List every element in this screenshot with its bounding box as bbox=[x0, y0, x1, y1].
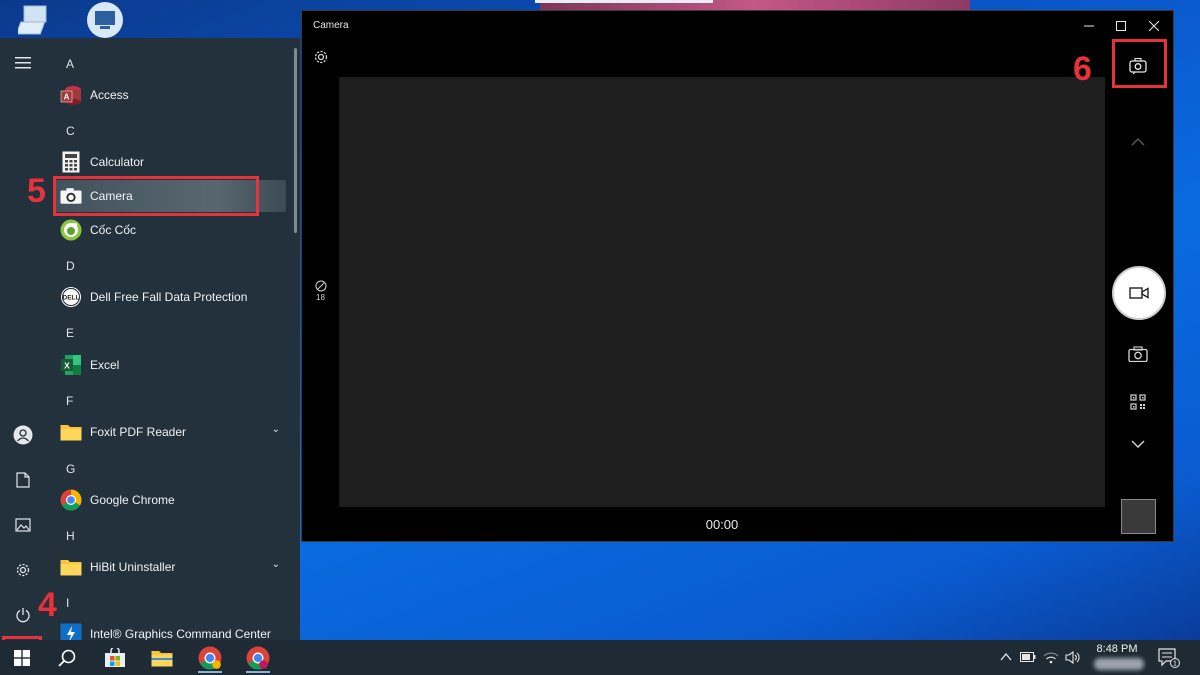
app-label: Excel bbox=[90, 358, 120, 372]
chevron-up-icon[interactable] bbox=[1127, 131, 1149, 153]
maximize-icon[interactable] bbox=[1112, 17, 1130, 35]
file-explorer-icon[interactable] bbox=[142, 642, 182, 673]
app-item-hibit-uninstaller[interactable]: HiBit Uninstaller ⌄ bbox=[54, 551, 286, 583]
app-label: Intel® Graphics Command Center bbox=[90, 627, 271, 640]
app-item-intel-graphics[interactable]: Intel® Graphics Command Center bbox=[54, 618, 286, 640]
access-icon: A bbox=[60, 84, 82, 106]
section-letter[interactable]: E bbox=[66, 326, 74, 340]
folder-icon bbox=[60, 421, 82, 443]
app-item-google-chrome[interactable]: Google Chrome bbox=[54, 484, 286, 516]
microsoft-store-icon[interactable] bbox=[95, 642, 135, 673]
pictures-icon[interactable] bbox=[8, 510, 38, 540]
search-icon[interactable] bbox=[47, 642, 87, 673]
section-letter[interactable]: I bbox=[66, 596, 69, 610]
camera-app-window: Camera 18 00:00 bbox=[301, 10, 1174, 542]
volume-icon[interactable] bbox=[1065, 650, 1081, 664]
app-label: HiBit Uninstaller bbox=[90, 560, 176, 574]
app-list-scrollbar[interactable] bbox=[294, 48, 297, 233]
folder-icon bbox=[60, 556, 82, 578]
coccoc-browser-icon[interactable] bbox=[190, 642, 230, 673]
last-capture-thumbnail[interactable] bbox=[1121, 499, 1156, 534]
camera-titlebar[interactable]: Camera bbox=[302, 11, 1173, 41]
video-record-button[interactable] bbox=[1112, 266, 1166, 320]
gear-icon[interactable] bbox=[8, 555, 38, 585]
app-label: Access bbox=[90, 88, 129, 102]
chevron-down-icon[interactable]: ⌄ bbox=[272, 424, 280, 435]
battery-icon[interactable] bbox=[1020, 650, 1036, 664]
window-title: Camera bbox=[313, 20, 349, 31]
svg-text:A: A bbox=[64, 93, 70, 102]
dell-icon: DELL bbox=[60, 286, 82, 308]
wifi-icon[interactable] bbox=[1043, 650, 1059, 664]
clock-time: 8:48 PM bbox=[1096, 643, 1138, 655]
annotation-step-5: 5 bbox=[27, 172, 46, 210]
app-item-dell-free-fall[interactable]: DELL Dell Free Fall Data Protection bbox=[54, 281, 286, 313]
section-letter[interactable]: H bbox=[66, 529, 75, 543]
user-icon[interactable] bbox=[8, 420, 38, 450]
app-label: Dell Free Fall Data Protection bbox=[90, 290, 248, 304]
section-letter[interactable]: A bbox=[66, 57, 74, 71]
recording-timer: 00:00 bbox=[705, 517, 739, 532]
svg-text:X: X bbox=[64, 361, 70, 371]
section-letter[interactable]: G bbox=[66, 462, 75, 476]
system-clock[interactable]: 8:48 PM bbox=[1090, 642, 1144, 657]
app-item-foxit-pdf-reader[interactable]: Foxit PDF Reader ⌄ bbox=[54, 416, 286, 448]
chevron-up-icon[interactable] bbox=[998, 650, 1014, 664]
chrome-icon[interactable] bbox=[238, 642, 278, 673]
notification-center-icon[interactable]: 1 bbox=[1158, 648, 1180, 668]
running-indicator bbox=[198, 671, 222, 673]
chevron-down-icon[interactable] bbox=[1127, 433, 1149, 455]
annotation-box-switch-camera bbox=[1112, 39, 1167, 88]
app-list: A A Access C Calculator Camera Cốc Cốc D… bbox=[46, 38, 300, 640]
intel-graphics-icon bbox=[60, 623, 82, 640]
power-icon[interactable] bbox=[8, 600, 38, 630]
chrome-icon bbox=[60, 489, 82, 511]
section-letter[interactable]: D bbox=[66, 259, 75, 273]
coccoc-icon bbox=[60, 219, 82, 241]
desktop-window-edge bbox=[535, 0, 713, 3]
close-icon[interactable] bbox=[1145, 17, 1163, 35]
gear-icon[interactable] bbox=[310, 46, 332, 68]
start-menu: A A Access C Calculator Camera Cốc Cốc D… bbox=[0, 38, 300, 640]
app-label: Calculator bbox=[90, 155, 145, 169]
app-item-access[interactable]: A Access bbox=[54, 79, 286, 111]
calculator-icon bbox=[60, 151, 82, 173]
annotation-step-6: 6 bbox=[1073, 50, 1092, 88]
network-desktop-icon[interactable] bbox=[84, 2, 126, 38]
video-camera-icon bbox=[1129, 287, 1149, 299]
app-item-coccoc[interactable]: Cốc Cốc bbox=[54, 214, 286, 246]
windows-start-icon[interactable] bbox=[2, 642, 42, 673]
section-letter[interactable]: F bbox=[66, 394, 73, 408]
hdr-value: 18 bbox=[316, 293, 325, 302]
app-label: Google Chrome bbox=[90, 493, 175, 507]
notification-count: 1 bbox=[1173, 661, 1177, 668]
app-label: Cốc Cốc bbox=[90, 223, 137, 237]
running-indicator bbox=[246, 671, 270, 673]
document-icon[interactable] bbox=[8, 465, 38, 495]
camera-preview bbox=[339, 77, 1105, 507]
start-menu-rail bbox=[0, 38, 46, 640]
taskbar: 8:48 PM 1 bbox=[0, 640, 1200, 675]
qr-code-icon[interactable] bbox=[1127, 391, 1149, 413]
hamburger-icon[interactable] bbox=[8, 48, 38, 78]
excel-icon: X bbox=[60, 354, 82, 376]
app-label: Foxit PDF Reader bbox=[90, 425, 187, 439]
app-item-calculator[interactable]: Calculator bbox=[54, 146, 286, 178]
annotation-box-camera-app bbox=[53, 176, 259, 216]
minimize-icon[interactable] bbox=[1080, 17, 1098, 35]
chevron-down-icon[interactable]: ⌄ bbox=[272, 559, 280, 570]
section-letter[interactable]: C bbox=[66, 124, 75, 138]
this-pc-desktop-icon[interactable] bbox=[15, 2, 60, 38]
annotation-step-4: 4 bbox=[38, 586, 57, 624]
app-item-excel[interactable]: X Excel bbox=[54, 349, 286, 381]
svg-text:DELL: DELL bbox=[63, 295, 80, 302]
camera-icon[interactable] bbox=[1127, 343, 1149, 365]
clock-date-blurred bbox=[1094, 658, 1144, 670]
